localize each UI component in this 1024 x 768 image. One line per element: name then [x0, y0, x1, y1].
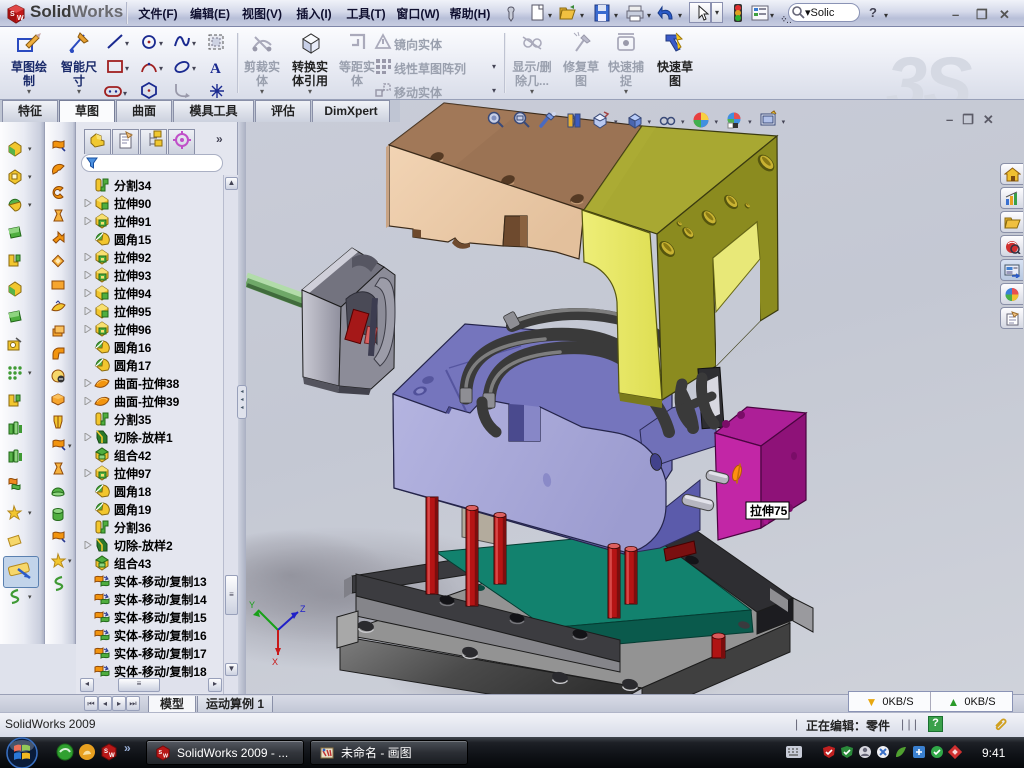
svg-text:S: S — [159, 749, 163, 755]
svg-text:W: W — [109, 753, 115, 759]
svg-text:Z: Z — [300, 604, 306, 614]
svg-text:X: X — [272, 657, 278, 667]
svg-text:S: S — [10, 11, 15, 18]
svg-text:S: S — [104, 749, 108, 755]
svg-text:W: W — [17, 15, 24, 22]
svg-text:拉伸75: 拉伸75 — [750, 503, 788, 518]
svg-text:A: A — [210, 61, 221, 76]
svg-text:Y: Y — [249, 600, 255, 610]
